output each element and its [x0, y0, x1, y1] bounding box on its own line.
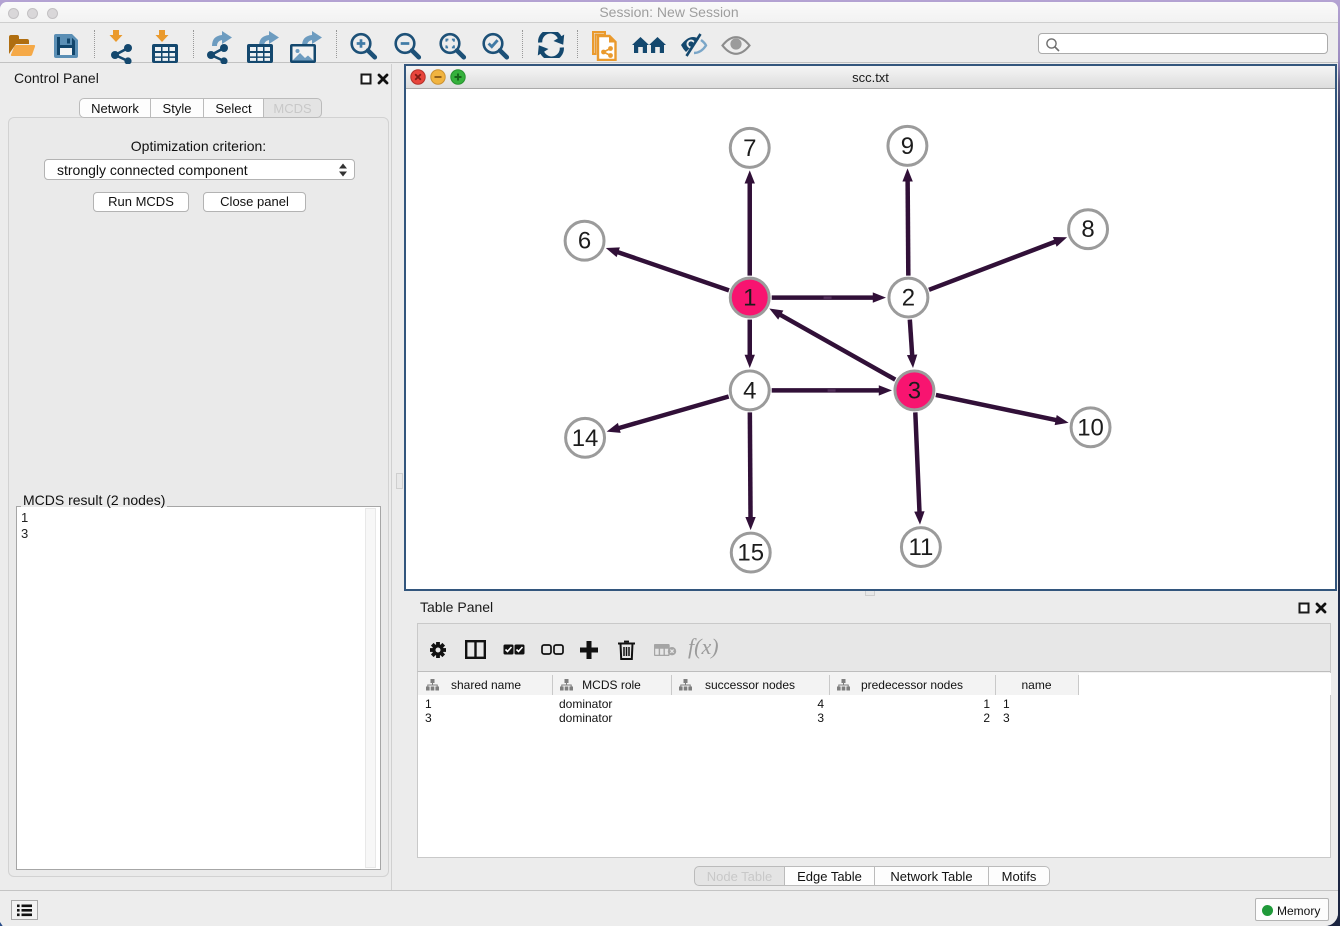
svg-text:3: 3 [908, 377, 921, 404]
svg-text:14: 14 [572, 425, 599, 452]
svg-text:15: 15 [737, 540, 764, 567]
svg-text:1: 1 [743, 285, 756, 312]
svg-text:8: 8 [1081, 216, 1094, 243]
svg-text:10: 10 [1077, 414, 1104, 441]
svg-text:7: 7 [743, 135, 756, 162]
svg-text:9: 9 [901, 133, 914, 160]
svg-text:4: 4 [743, 377, 756, 404]
svg-text:2: 2 [902, 285, 915, 312]
svg-text:11: 11 [908, 534, 933, 561]
svg-text:6: 6 [578, 228, 591, 255]
